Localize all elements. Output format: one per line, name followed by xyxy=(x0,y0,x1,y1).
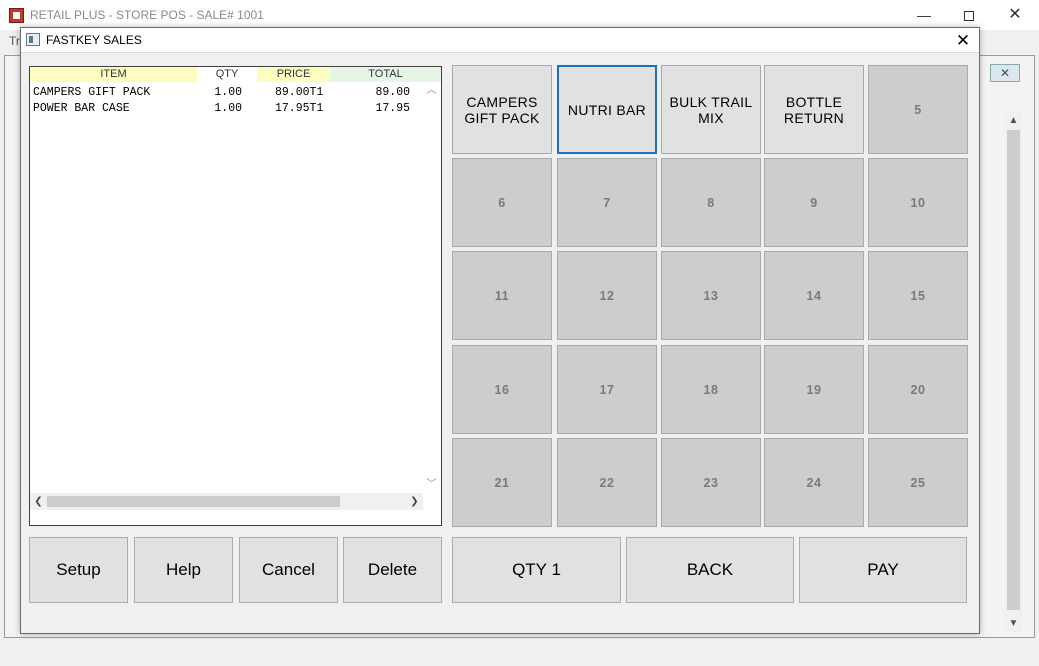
fastkey-23[interactable]: 23 xyxy=(661,438,761,527)
fastkey-19[interactable]: 19 xyxy=(764,345,864,434)
scroll-thumb[interactable] xyxy=(1007,130,1020,610)
chevron-up-icon[interactable]: ︿ xyxy=(423,82,440,99)
horizontal-scroll-thumb[interactable] xyxy=(47,496,340,507)
fastkey-4[interactable]: BOTTLE RETURN xyxy=(764,65,864,154)
scroll-up-icon[interactable]: ▲ xyxy=(1005,112,1022,129)
row-price: 89.00T1 xyxy=(275,86,324,99)
close-button[interactable]: ✕ xyxy=(992,0,1038,30)
list-header: ITEM QTY PRICE TOTAL xyxy=(30,67,441,82)
fastkey-10[interactable]: 10 xyxy=(868,158,968,247)
fastkey-13[interactable]: 13 xyxy=(661,251,761,340)
cancel-button[interactable]: Cancel xyxy=(239,537,338,603)
back-button[interactable]: BACK xyxy=(626,537,794,603)
app-icon xyxy=(9,8,24,23)
main-vertical-scrollbar[interactable]: ▲ ▼ xyxy=(1005,112,1022,632)
minimize-button[interactable]: — xyxy=(901,0,947,30)
fastkey-24[interactable]: 24 xyxy=(764,438,864,527)
row-total: 17.95 xyxy=(375,102,410,115)
fastkey-25[interactable]: 25 xyxy=(868,438,968,527)
main-titlebar: RETAIL PLUS - STORE POS - SALE# 1001 — ✕ xyxy=(0,0,1039,30)
dialog-titlebar: FASTKEY SALES ✕ xyxy=(21,28,979,53)
list-item[interactable]: CAMPERS GIFT PACK 1.00 89.00T1 89.00 xyxy=(30,86,425,102)
pay-button[interactable]: PAY xyxy=(799,537,967,603)
column-header-total[interactable]: TOTAL xyxy=(330,67,441,82)
row-price: 17.95T1 xyxy=(275,102,324,115)
fastkey-21[interactable]: 21 xyxy=(452,438,552,527)
dialog-icon xyxy=(26,33,40,46)
fastkey-sales-dialog: FASTKEY SALES ✕ ITEM QTY PRICE TOTAL CAM… xyxy=(20,27,980,634)
list-vertical-scrollbar[interactable]: ︿ ﹀ xyxy=(423,82,440,493)
fastkey-7[interactable]: 7 xyxy=(557,158,657,247)
fastkey-17[interactable]: 17 xyxy=(557,345,657,434)
fastkey-15[interactable]: 15 xyxy=(868,251,968,340)
sale-item-list[interactable]: ITEM QTY PRICE TOTAL CAMPERS GIFT PACK 1… xyxy=(29,66,442,526)
maximize-button[interactable] xyxy=(946,0,992,30)
fastkey-1[interactable]: CAMPERS GIFT PACK xyxy=(452,65,552,154)
chevron-left-icon[interactable]: ❮ xyxy=(30,493,47,510)
maximize-icon xyxy=(964,11,974,22)
fastkey-8[interactable]: 8 xyxy=(661,158,761,247)
fastkey-9[interactable]: 9 xyxy=(764,158,864,247)
delete-button[interactable]: Delete xyxy=(343,537,442,603)
fastkey-16[interactable]: 16 xyxy=(452,345,552,434)
fastkey-3[interactable]: BULK TRAIL MIX xyxy=(661,65,761,154)
help-button[interactable]: Help xyxy=(134,537,233,603)
column-header-price[interactable]: PRICE xyxy=(257,67,330,82)
scroll-down-icon[interactable]: ▼ xyxy=(1005,615,1022,632)
row-qty: 1.00 xyxy=(214,86,242,99)
row-qty: 1.00 xyxy=(214,102,242,115)
chevron-right-icon[interactable]: ❯ xyxy=(406,493,423,510)
fastkey-18[interactable]: 18 xyxy=(661,345,761,434)
fastkey-22[interactable]: 22 xyxy=(557,438,657,527)
list-horizontal-scrollbar[interactable]: ❮ ❯ xyxy=(30,493,423,510)
chevron-down-icon[interactable]: ﹀ xyxy=(423,476,440,493)
fastkey-12[interactable]: 12 xyxy=(557,251,657,340)
qty-button[interactable]: QTY 1 xyxy=(452,537,621,603)
setup-button[interactable]: Setup xyxy=(29,537,128,603)
panel-close-button[interactable]: ✕ xyxy=(990,64,1020,82)
fastkey-11[interactable]: 11 xyxy=(452,251,552,340)
fastkey-20[interactable]: 20 xyxy=(868,345,968,434)
fastkey-6[interactable]: 6 xyxy=(452,158,552,247)
column-header-qty[interactable]: QTY xyxy=(197,67,257,82)
row-item-name: POWER BAR CASE xyxy=(33,102,130,115)
dialog-close-button[interactable]: ✕ xyxy=(947,28,979,53)
dialog-title: FASTKEY SALES xyxy=(46,33,142,47)
column-header-item[interactable]: ITEM xyxy=(30,67,197,82)
fastkey-5[interactable]: 5 xyxy=(868,65,968,154)
main-menu-hint: Tr xyxy=(9,34,20,48)
fastkey-14[interactable]: 14 xyxy=(764,251,864,340)
row-item-name: CAMPERS GIFT PACK xyxy=(33,86,151,99)
list-item[interactable]: POWER BAR CASE 1.00 17.95T1 17.95 xyxy=(30,102,425,118)
fastkey-2[interactable]: NUTRI BAR xyxy=(557,65,657,154)
row-total: 89.00 xyxy=(375,86,410,99)
main-window-title: RETAIL PLUS - STORE POS - SALE# 1001 xyxy=(30,8,264,22)
